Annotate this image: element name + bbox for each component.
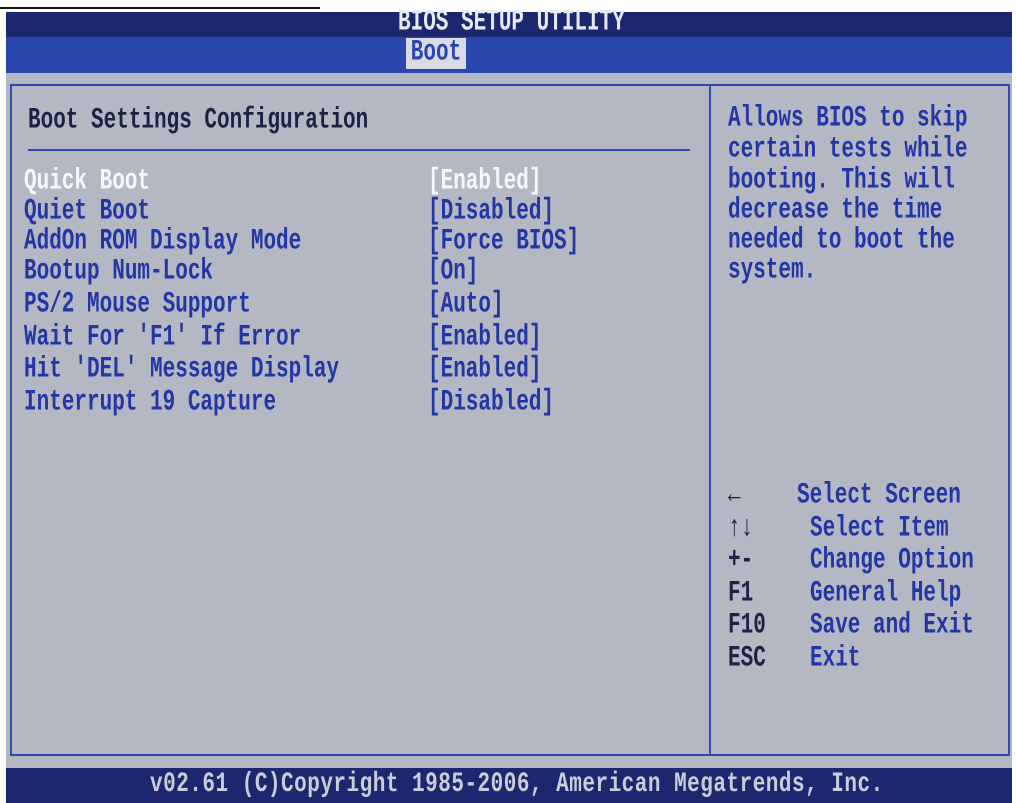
cropped-document-underline bbox=[0, 7, 320, 9]
key-legend-row: ↑↓ Select Item bbox=[724, 513, 1006, 546]
key-action: Change Option bbox=[810, 545, 974, 578]
copyright-footer: v02.61 (C)Copyright 1985-2006, American … bbox=[150, 770, 884, 801]
key-name: +- bbox=[728, 545, 754, 578]
key-name: ← bbox=[728, 480, 741, 513]
setting-label: Quick Boot bbox=[24, 166, 151, 199]
setting-row-addon-rom-display-mode[interactable]: AddOn ROM Display Mode [Force BIOS] bbox=[20, 226, 700, 260]
setting-row-quiet-boot[interactable]: Quiet Boot [Disabled] bbox=[20, 196, 700, 230]
setting-label: Wait For 'F1' If Error bbox=[24, 322, 302, 355]
setting-value-selector[interactable]: [On] bbox=[428, 256, 478, 290]
setting-row-hit-del-message-display[interactable]: Hit 'DEL' Message Display [Enabled] bbox=[20, 354, 700, 388]
help-text-line: decrease the time bbox=[728, 195, 943, 228]
section-title: Boot Settings Configuration bbox=[28, 105, 369, 138]
setting-label: Quiet Boot bbox=[24, 196, 151, 229]
setting-row-bootup-num-lock[interactable]: Bootup Num-Lock [On] bbox=[20, 256, 700, 290]
setting-label: AddOn ROM Display Mode bbox=[24, 226, 302, 259]
help-text-line: system. bbox=[728, 255, 817, 288]
setting-label: Bootup Num-Lock bbox=[24, 256, 214, 289]
section-rule bbox=[28, 149, 690, 151]
setting-value-selector[interactable]: [Disabled] bbox=[428, 387, 554, 421]
setting-label: Interrupt 19 Capture bbox=[24, 387, 277, 420]
setting-value-selector[interactable]: [Enabled] bbox=[428, 166, 541, 200]
key-legend-row: ← Select Screen bbox=[724, 480, 1006, 513]
key-action: Select Item bbox=[810, 513, 949, 546]
key-action: Exit bbox=[810, 643, 861, 676]
help-text-line: certain tests while bbox=[728, 134, 968, 167]
setting-row-ps2-mouse-support[interactable]: PS/2 Mouse Support [Auto] bbox=[20, 289, 700, 323]
setting-row-interrupt-19-capture[interactable]: Interrupt 19 Capture [Disabled] bbox=[20, 387, 700, 421]
setting-value-selector[interactable]: [Auto] bbox=[428, 289, 504, 323]
panel-divider bbox=[709, 84, 711, 756]
setting-row-wait-for-f1-if-error[interactable]: Wait For 'F1' If Error [Enabled] bbox=[20, 322, 700, 356]
key-name: F1 bbox=[728, 578, 754, 611]
key-legend-row: ESC Exit bbox=[724, 643, 1006, 676]
key-legend-row: +- Change Option bbox=[724, 545, 1006, 578]
setting-value-selector[interactable]: [Disabled] bbox=[428, 196, 554, 230]
setting-value-selector[interactable]: [Force BIOS] bbox=[428, 226, 579, 260]
setting-row-quick-boot[interactable]: Quick Boot [Enabled] bbox=[20, 166, 700, 200]
help-text-line: booting. This will bbox=[728, 165, 955, 198]
key-name: F10 bbox=[728, 610, 766, 643]
tab-boot[interactable]: Boot bbox=[406, 36, 466, 69]
tab-boot-label: Boot bbox=[410, 36, 462, 69]
key-legend-row: F10 Save and Exit bbox=[724, 610, 1006, 643]
menu-bar bbox=[6, 37, 1012, 73]
help-text-line: Allows BIOS to skip bbox=[728, 103, 968, 136]
key-legend-row: F1 General Help bbox=[724, 578, 1006, 611]
key-action: Select Screen bbox=[797, 480, 961, 513]
setting-value-selector[interactable]: [Enabled] bbox=[428, 354, 541, 388]
key-action: General Help bbox=[810, 578, 962, 611]
window-title: BIOS SETUP UTILITY bbox=[398, 7, 625, 40]
key-name: ESC bbox=[728, 643, 766, 676]
key-action: Save and Exit bbox=[810, 610, 974, 643]
key-name: ↑↓ bbox=[728, 513, 754, 546]
setting-label: Hit 'DEL' Message Display bbox=[24, 354, 340, 387]
setting-value-selector[interactable]: [Enabled] bbox=[428, 322, 541, 356]
setting-label: PS/2 Mouse Support bbox=[24, 289, 251, 322]
help-text-line: needed to boot the bbox=[728, 225, 955, 258]
